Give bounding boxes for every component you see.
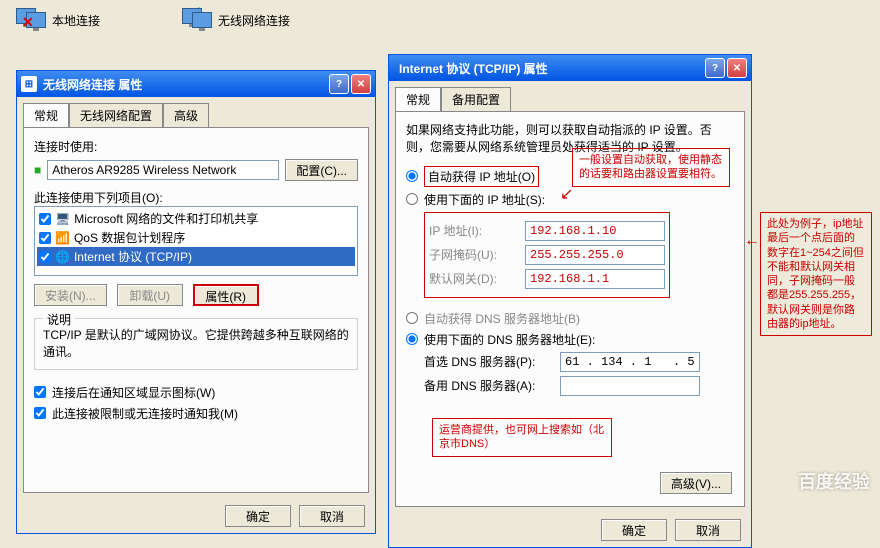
app-icon: ⊞: [21, 76, 37, 92]
show-icon-label: 连接后在通知区域显示图标(W): [52, 384, 215, 401]
configure-button[interactable]: 配置(C)...: [285, 159, 358, 181]
ok-button[interactable]: 确定: [601, 519, 667, 541]
radio-use-dns[interactable]: [406, 333, 418, 345]
close-button[interactable]: ✕: [351, 74, 371, 94]
dialog-tcpip-props: Internet 协议 (TCP/IP) 属性 ? ✕ 常规 备用配置 如果网络…: [388, 54, 752, 548]
tab-general[interactable]: 常规: [23, 103, 69, 127]
help-button[interactable]: ?: [329, 74, 349, 94]
desktop-icon-wireless[interactable]: ⋮ 无线网络连接: [180, 6, 290, 34]
uninstall-button[interactable]: 卸载(U): [117, 284, 183, 306]
connect-using-label: 连接时使用:: [34, 138, 358, 155]
properties-button[interactable]: 属性(R): [193, 284, 259, 306]
radio-auto-dns[interactable]: [406, 312, 418, 324]
show-icon-checkbox[interactable]: [34, 386, 46, 398]
notify-checkbox[interactable]: [34, 407, 46, 419]
annotation: 一般设置自动获取，使用静态的话要和路由器设置要相符。: [572, 148, 730, 187]
items-label: 此连接使用下列项目(O):: [34, 189, 358, 206]
use-ip-label: 使用下面的 IP 地址(S):: [424, 191, 545, 208]
dialog-connection-props: ⊞ 无线网络连接 属性 ? ✕ 常规 无线网络配置 高级 连接时使用: ■ 配置…: [16, 70, 376, 534]
list-item[interactable]: 🖥Microsoft 网络的文件和打印机共享: [37, 209, 355, 228]
help-button[interactable]: ?: [705, 58, 725, 78]
dns1-field[interactable]: [560, 352, 700, 372]
radio-auto-ip[interactable]: [406, 170, 418, 182]
tab-advanced[interactable]: 高级: [163, 103, 209, 127]
ip-field[interactable]: [525, 221, 665, 241]
local-conn-label: 本地连接: [52, 12, 100, 29]
ip-label: IP 地址(I):: [429, 222, 519, 239]
desc-label: 说明: [43, 311, 75, 328]
radio-use-ip[interactable]: [406, 193, 418, 205]
mask-field[interactable]: [525, 245, 665, 265]
tab-general[interactable]: 常规: [395, 87, 441, 111]
x-icon: ✕: [22, 14, 34, 31]
arrow-icon: ↙: [560, 184, 573, 204]
checkbox[interactable]: [39, 251, 51, 263]
annotation: 此处为例子，ip地址最后一个点后面的数字在1~254之间但不能和默认网关相同，子…: [760, 212, 872, 336]
ok-button[interactable]: 确定: [225, 505, 291, 527]
auto-dns-label: 自动获得 DNS 服务器地址(B): [424, 310, 580, 327]
install-button[interactable]: 安装(N)...: [34, 284, 107, 306]
cancel-button[interactable]: 取消: [675, 519, 741, 541]
network-icon: ✕: [14, 6, 46, 34]
dns1-label: 首选 DNS 服务器(P):: [424, 353, 554, 370]
adapter-field[interactable]: [47, 160, 279, 180]
arrow-icon: ←: [744, 232, 760, 250]
list-item-selected[interactable]: 🌐Internet 协议 (TCP/IP): [37, 247, 355, 266]
cancel-button[interactable]: 取消: [299, 505, 365, 527]
dialog-title: 无线网络连接 属性: [43, 76, 327, 93]
dialog-title: Internet 协议 (TCP/IP) 属性: [399, 60, 703, 77]
dns2-field[interactable]: [560, 376, 700, 396]
desc-text: TCP/IP 是默认的广域网协议。它提供跨越多种互联网络的通讯。: [43, 327, 349, 361]
watermark: 百度经验: [798, 468, 870, 494]
titlebar[interactable]: ⊞ 无线网络连接 属性 ? ✕: [17, 71, 375, 97]
tab-alt[interactable]: 备用配置: [441, 87, 511, 111]
auto-ip-label: 自动获得 IP 地址(O): [424, 166, 539, 187]
close-button[interactable]: ✕: [727, 58, 747, 78]
notify-label: 此连接被限制或无连接时通知我(M): [52, 405, 238, 422]
tab-wireless[interactable]: 无线网络配置: [69, 103, 163, 127]
annotation: 运营商提供，也可网上搜索如（北京市DNS）: [432, 418, 612, 457]
checkbox[interactable]: [39, 213, 51, 225]
gw-label: 默认网关(D):: [429, 270, 519, 287]
list-item[interactable]: 📶QoS 数据包计划程序: [37, 228, 355, 247]
dns2-label: 备用 DNS 服务器(A):: [424, 377, 554, 394]
wireless-conn-label: 无线网络连接: [218, 12, 290, 29]
advanced-button[interactable]: 高级(V)...: [660, 472, 732, 494]
wireless-icon: ⋮: [180, 6, 212, 34]
mask-label: 子网掩码(U):: [429, 246, 519, 263]
titlebar[interactable]: Internet 协议 (TCP/IP) 属性 ? ✕: [389, 55, 751, 81]
use-dns-label: 使用下面的 DNS 服务器地址(E):: [424, 331, 595, 348]
gw-field[interactable]: [525, 269, 665, 289]
checkbox[interactable]: [39, 232, 51, 244]
protocol-list[interactable]: 🖥Microsoft 网络的文件和打印机共享 📶QoS 数据包计划程序 🌐Int…: [34, 206, 358, 276]
desktop-icon-local[interactable]: ✕ 本地连接: [14, 6, 100, 34]
wifi-waves-icon: ⋮: [194, 6, 204, 17]
